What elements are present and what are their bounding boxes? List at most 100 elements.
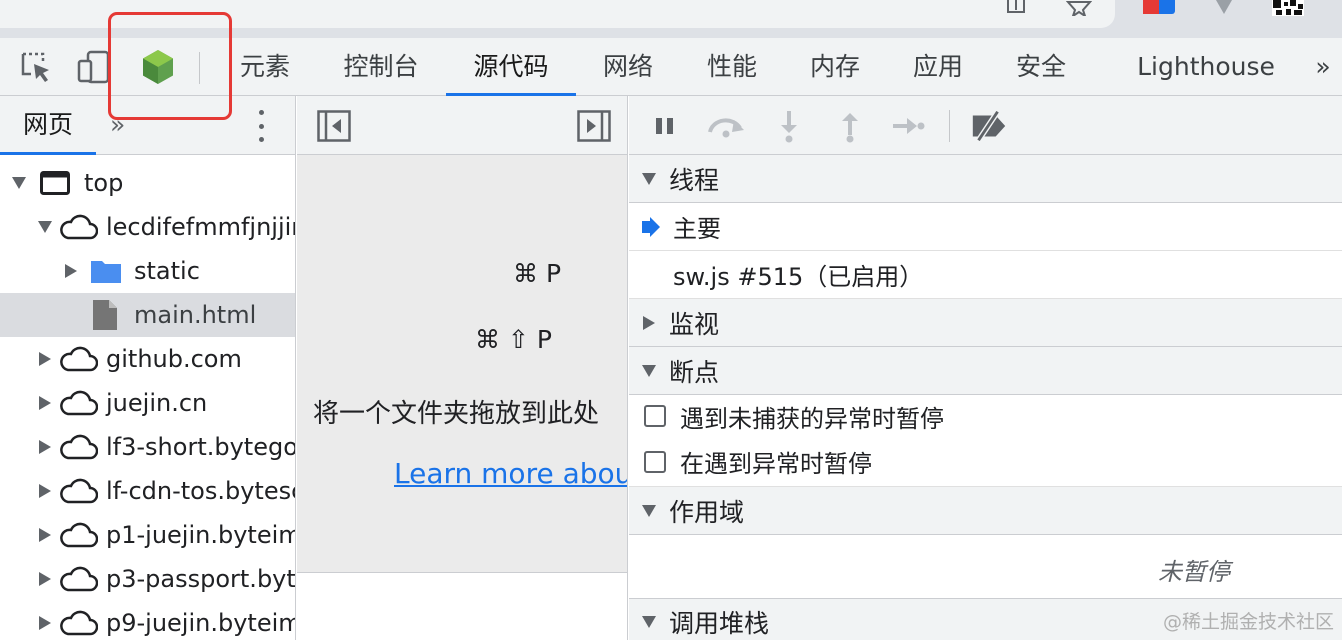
thread-label: 主要 [673, 215, 721, 243]
tab-application[interactable]: 应用 [900, 38, 976, 96]
pause-uncaught-checkbox[interactable] [644, 405, 666, 427]
cloud-icon [58, 434, 98, 460]
tree-item-lf-cdn[interactable]: lf-cdn-tos.bytescm.com [0, 469, 295, 513]
address-bar[interactable] [0, 0, 1115, 28]
threads-section-header[interactable]: 线程 [629, 155, 1342, 203]
scope-status: 未暂停 [1158, 558, 1230, 586]
scope-section-header[interactable]: 作用域 [629, 487, 1342, 535]
expanded-arrow-icon[interactable] [12, 176, 26, 190]
collapsed-arrow-icon[interactable] [629, 315, 669, 330]
expanded-arrow-icon[interactable] [629, 504, 669, 517]
tree-item-github[interactable]: github.com [0, 337, 295, 381]
qr-code-icon[interactable] [1272, 0, 1304, 16]
more-tabs-button[interactable]: » [1304, 38, 1342, 96]
collapsed-arrow-icon[interactable] [38, 396, 52, 410]
tab-security[interactable]: 安全 [1003, 38, 1079, 96]
option-label: 在遇到异常时暂停 [680, 450, 872, 478]
tree-item-label: top [84, 169, 124, 197]
navigator-menu-icon[interactable] [250, 110, 272, 142]
expanded-arrow-icon[interactable] [38, 220, 52, 234]
cloud-icon [58, 346, 98, 372]
pause-caught-option[interactable]: 在遇到异常时暂停 [629, 437, 1342, 487]
collapsed-arrow-icon[interactable] [38, 616, 52, 630]
tree-item-label: juejin.cn [106, 389, 208, 417]
tree-item-label: p3-passport.byteimg.com [106, 565, 296, 593]
extension-fe-icon[interactable] [1143, 0, 1175, 14]
shortcut-open-file: ⌘ P [513, 259, 562, 288]
device-toolbar-icon[interactable] [74, 47, 114, 87]
toggle-navigator-icon[interactable] [317, 110, 351, 142]
tab-network[interactable]: 网络 [590, 38, 666, 96]
navigator-more-button[interactable]: » [110, 96, 125, 155]
tab-page[interactable]: 网页 [0, 96, 96, 155]
watch-section-header[interactable]: 监视 [629, 299, 1342, 347]
tree-item-lf3[interactable]: lf3-short.bytegoofy.com [0, 425, 295, 469]
tab-elements[interactable]: 元素 [228, 38, 302, 96]
toggle-debugger-icon[interactable] [577, 110, 611, 142]
collapsed-arrow-icon[interactable] [38, 440, 52, 454]
tab-memory[interactable]: 内存 [797, 38, 873, 96]
tree-item-p1-juejin[interactable]: p1-juejin.byteimg.com [0, 513, 295, 557]
tree-item-p3-passport[interactable]: p3-passport.byteimg.com [0, 557, 296, 601]
collapsed-arrow-icon[interactable] [38, 352, 52, 366]
tree-item-p9-juejin[interactable]: p9-juejin.byteimg.com [0, 601, 295, 640]
section-title: 作用域 [669, 497, 745, 527]
tab-performance[interactable]: 性能 [694, 38, 770, 96]
tree-item-extension[interactable]: lecdifefmmfjnjjinhaennhdlmcaeeeb [0, 205, 295, 249]
debugger-toolbar-separator [949, 110, 950, 142]
tree-item-top[interactable]: top [0, 161, 295, 205]
editor-pane: ⌘ P ⌘ ⇧ P 将一个文件夹拖放到此处 Learn more about W… [297, 96, 628, 640]
pause-uncaught-option[interactable]: 遇到未捕获的异常时暂停 [629, 395, 1342, 437]
editor-placeholder: ⌘ P ⌘ ⇧ P 将一个文件夹拖放到此处 Learn more about W… [297, 155, 627, 573]
file-icon [92, 299, 118, 331]
tree-item-main-html[interactable]: main.html [0, 293, 295, 337]
section-title: 断点 [669, 357, 720, 387]
tree-item-label: main.html [134, 301, 257, 329]
debugger-toolbar [629, 96, 1342, 155]
step-over-icon[interactable] [706, 106, 746, 146]
section-title: 监视 [669, 309, 720, 339]
tree-item-label: static [134, 257, 200, 285]
thread-label: sw.js #515（已启用） [673, 263, 924, 291]
step-into-icon[interactable] [769, 106, 809, 146]
section-title: 调用堆栈 [669, 609, 770, 638]
expanded-arrow-icon[interactable] [629, 616, 669, 628]
tab-sources[interactable]: 源代码 [446, 38, 576, 96]
extension-dropdown-icon[interactable] [1214, 0, 1234, 16]
folder-icon [90, 258, 122, 284]
cloud-icon [58, 610, 98, 636]
breakpoints-section-header[interactable]: 断点 [629, 347, 1342, 395]
expanded-arrow-icon[interactable] [629, 172, 669, 185]
tree-item-label: p1-juejin.byteimg.com [106, 521, 295, 549]
tabbar-separator [199, 52, 200, 84]
pause-caught-checkbox[interactable] [644, 450, 666, 473]
learn-more-link[interactable]: Learn more about Workspaces [394, 457, 627, 490]
thread-item-sw[interactable]: sw.js #515（已启用） [629, 251, 1342, 299]
inspect-element-icon[interactable] [16, 47, 56, 87]
step-icon[interactable] [888, 106, 928, 146]
pause-icon[interactable] [645, 106, 685, 146]
share-icon[interactable] [1004, 0, 1028, 16]
tree-item-juejin[interactable]: juejin.cn [0, 381, 295, 425]
expanded-arrow-icon[interactable] [629, 364, 669, 377]
tab-console[interactable]: 控制台 [330, 38, 432, 96]
cloud-icon [58, 214, 98, 240]
collapsed-arrow-icon[interactable] [38, 572, 52, 586]
step-out-icon[interactable] [830, 106, 870, 146]
current-thread-arrow-icon [629, 216, 673, 237]
tree-item-static[interactable]: static [0, 249, 295, 293]
collapsed-arrow-icon[interactable] [64, 264, 78, 278]
tree-item-label: lf-cdn-tos.bytescm.com [106, 477, 295, 505]
tab-lighthouse[interactable]: Lighthouse [1128, 38, 1284, 96]
deactivate-breakpoints-icon[interactable] [969, 106, 1009, 146]
frame-icon [40, 171, 70, 195]
collapsed-arrow-icon[interactable] [38, 484, 52, 498]
section-title: 线程 [669, 165, 720, 195]
collapsed-arrow-icon[interactable] [38, 528, 52, 542]
option-label: 遇到未捕获的异常时暂停 [680, 404, 944, 433]
tree-item-label: github.com [106, 345, 242, 373]
cloud-icon [58, 390, 98, 416]
vue-devtools-icon[interactable] [138, 47, 178, 87]
bookmark-star-icon[interactable] [1066, 0, 1092, 16]
thread-item-main[interactable]: 主要 [629, 203, 1342, 251]
